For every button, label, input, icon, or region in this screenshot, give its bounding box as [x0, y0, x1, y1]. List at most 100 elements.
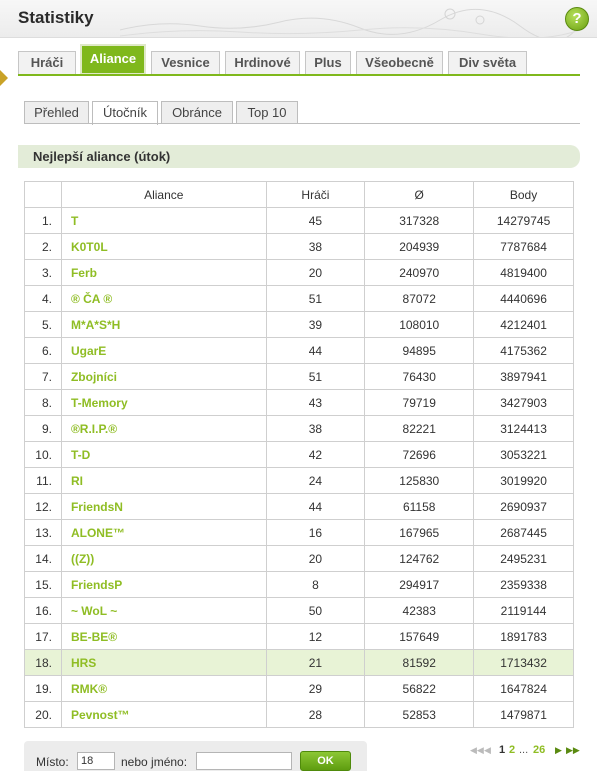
- tab-wonder[interactable]: Div světa: [448, 51, 527, 75]
- first-page-icon: ◀◀: [470, 745, 484, 755]
- points-cell: 4175362: [473, 337, 574, 364]
- players-cell: 20: [265, 259, 366, 286]
- alliance-ranking-table: Aliance Hráči Ø Body 1. T 45 317328 14279745…: [24, 181, 574, 728]
- table-row: 13. ALONE™ 16 167965 2687445: [24, 519, 574, 546]
- help-icon[interactable]: ?: [565, 7, 589, 31]
- alliance-link[interactable]: T-D: [71, 448, 90, 462]
- alliance-link[interactable]: ~ WoL ~: [71, 604, 117, 618]
- average-cell: 124762: [364, 545, 475, 572]
- rank-cell: 13.: [24, 519, 62, 546]
- alliance-cell: T-Memory: [60, 389, 267, 416]
- average-cell: 167965: [364, 519, 475, 546]
- place-input[interactable]: [77, 752, 115, 770]
- alliance-link[interactable]: RI: [71, 474, 83, 488]
- table-row: 11. RI 24 125830 3019920: [24, 467, 574, 494]
- alliance-link[interactable]: FriendsN: [71, 500, 123, 514]
- alliance-cell: UgarE: [60, 337, 267, 364]
- alliance-cell: M*A*S*H: [60, 311, 267, 338]
- alliance-cell: BE-BE®: [60, 623, 267, 650]
- page-ellipsis: ...: [519, 744, 529, 756]
- next-page-icon[interactable]: ▶: [555, 745, 562, 756]
- tab-players[interactable]: Hráči: [18, 51, 76, 75]
- alliance-link[interactable]: HRS: [71, 656, 96, 670]
- players-cell: 21: [265, 649, 366, 676]
- tab-general[interactable]: Všeobecně: [356, 51, 443, 75]
- points-cell: 4440696: [473, 285, 574, 312]
- alliance-link[interactable]: T: [71, 214, 78, 228]
- average-cell: 125830: [364, 467, 475, 494]
- rank-cell: 5.: [24, 311, 62, 338]
- alliance-link[interactable]: ((Z)): [71, 552, 94, 566]
- table-row: 3. Ferb 20 240970 4819400: [24, 259, 574, 286]
- alliance-link[interactable]: ® ČA ®: [71, 292, 112, 306]
- points-cell: 3124413: [473, 415, 574, 442]
- column-header-alliance: Aliance: [60, 181, 267, 208]
- table-row: 10. T-D 42 72696 3053221: [24, 441, 574, 468]
- players-cell: 38: [265, 415, 366, 442]
- points-cell: 4819400: [473, 259, 574, 286]
- rank-cell: 19.: [24, 675, 62, 702]
- subtab-attacker[interactable]: Útočník: [92, 101, 158, 125]
- players-cell: 45: [265, 207, 366, 234]
- section-title: Nejlepší aliance (útok): [33, 149, 171, 164]
- average-cell: 56822: [364, 675, 475, 702]
- players-cell: 38: [265, 233, 366, 260]
- alliance-link[interactable]: ®R.I.P.®: [71, 422, 117, 436]
- alliance-link[interactable]: T-Memory: [71, 396, 128, 410]
- subtab-divider: [24, 123, 580, 124]
- alliance-link[interactable]: RMK®: [71, 682, 107, 696]
- subtab-overview[interactable]: Přehled: [24, 101, 89, 124]
- last-page-icon[interactable]: ▶▶: [566, 745, 580, 756]
- table-row: 14. ((Z)) 20 124762 2495231: [24, 545, 574, 572]
- points-cell: 14279745: [473, 207, 574, 234]
- tab-plus[interactable]: Plus: [305, 51, 351, 75]
- rank-cell: 18.: [24, 649, 62, 676]
- alliance-link[interactable]: UgarE: [71, 344, 106, 358]
- rank-cell: 17.: [24, 623, 62, 650]
- table-row: 19. RMK® 29 56822 1647824: [24, 675, 574, 702]
- alliance-link[interactable]: M*A*S*H: [71, 318, 120, 332]
- points-cell: 3427903: [473, 389, 574, 416]
- average-cell: 52853: [364, 701, 475, 728]
- page-link-2[interactable]: 2: [509, 744, 515, 756]
- average-cell: 76430: [364, 363, 475, 390]
- alliance-link[interactable]: Ferb: [71, 266, 97, 280]
- alliance-link[interactable]: FriendsP: [71, 578, 122, 592]
- tab-villages[interactable]: Vesnice: [151, 51, 220, 75]
- ok-button[interactable]: OK: [300, 751, 351, 771]
- alliance-link[interactable]: Pevnost™: [71, 708, 130, 722]
- table-row: 20. Pevnost™ 28 52853 1479871: [24, 701, 574, 728]
- players-cell: 24: [265, 467, 366, 494]
- tab-alliances[interactable]: Aliance: [80, 44, 146, 75]
- points-cell: 2359338: [473, 571, 574, 598]
- tab-heroes[interactable]: Hrdinové: [225, 51, 300, 75]
- window-header: Statistiky ?: [0, 0, 597, 38]
- subtab-defender[interactable]: Obránce: [161, 101, 233, 124]
- average-cell: 94895: [364, 337, 475, 364]
- page-link-last[interactable]: 26: [533, 744, 545, 756]
- table-row: 4. ® ČA ® 51 87072 4440696: [24, 285, 574, 312]
- players-cell: 28: [265, 701, 366, 728]
- name-input[interactable]: [196, 752, 292, 770]
- column-header-players: Hráči: [265, 181, 366, 208]
- alliance-link[interactable]: Zbojníci: [71, 370, 117, 384]
- name-label: nebo jméno:: [121, 755, 188, 769]
- column-header-average: Ø: [364, 181, 475, 208]
- players-cell: 44: [265, 337, 366, 364]
- page-current: 1: [499, 744, 506, 756]
- alliance-link[interactable]: BE-BE®: [71, 630, 117, 644]
- subtab-top10[interactable]: Top 10: [236, 101, 298, 124]
- alliance-cell: RMK®: [60, 675, 267, 702]
- table-row: 5. M*A*S*H 39 108010 4212401: [24, 311, 574, 338]
- table-row: 7. Zbojníci 51 76430 3897941: [24, 363, 574, 390]
- points-cell: 1479871: [473, 701, 574, 728]
- table-row: 12. FriendsN 44 61158 2690937: [24, 493, 574, 520]
- average-cell: 240970: [364, 259, 475, 286]
- alliance-cell: ALONE™: [60, 519, 267, 546]
- alliance-link[interactable]: K0T0L: [71, 240, 108, 254]
- alliance-link[interactable]: ALONE™: [71, 526, 125, 540]
- side-arrow-icon: [0, 70, 8, 86]
- table-row: 8. T-Memory 43 79719 3427903: [24, 389, 574, 416]
- players-cell: 43: [265, 389, 366, 416]
- table-row: 17. BE-BE® 12 157649 1891783: [24, 623, 574, 650]
